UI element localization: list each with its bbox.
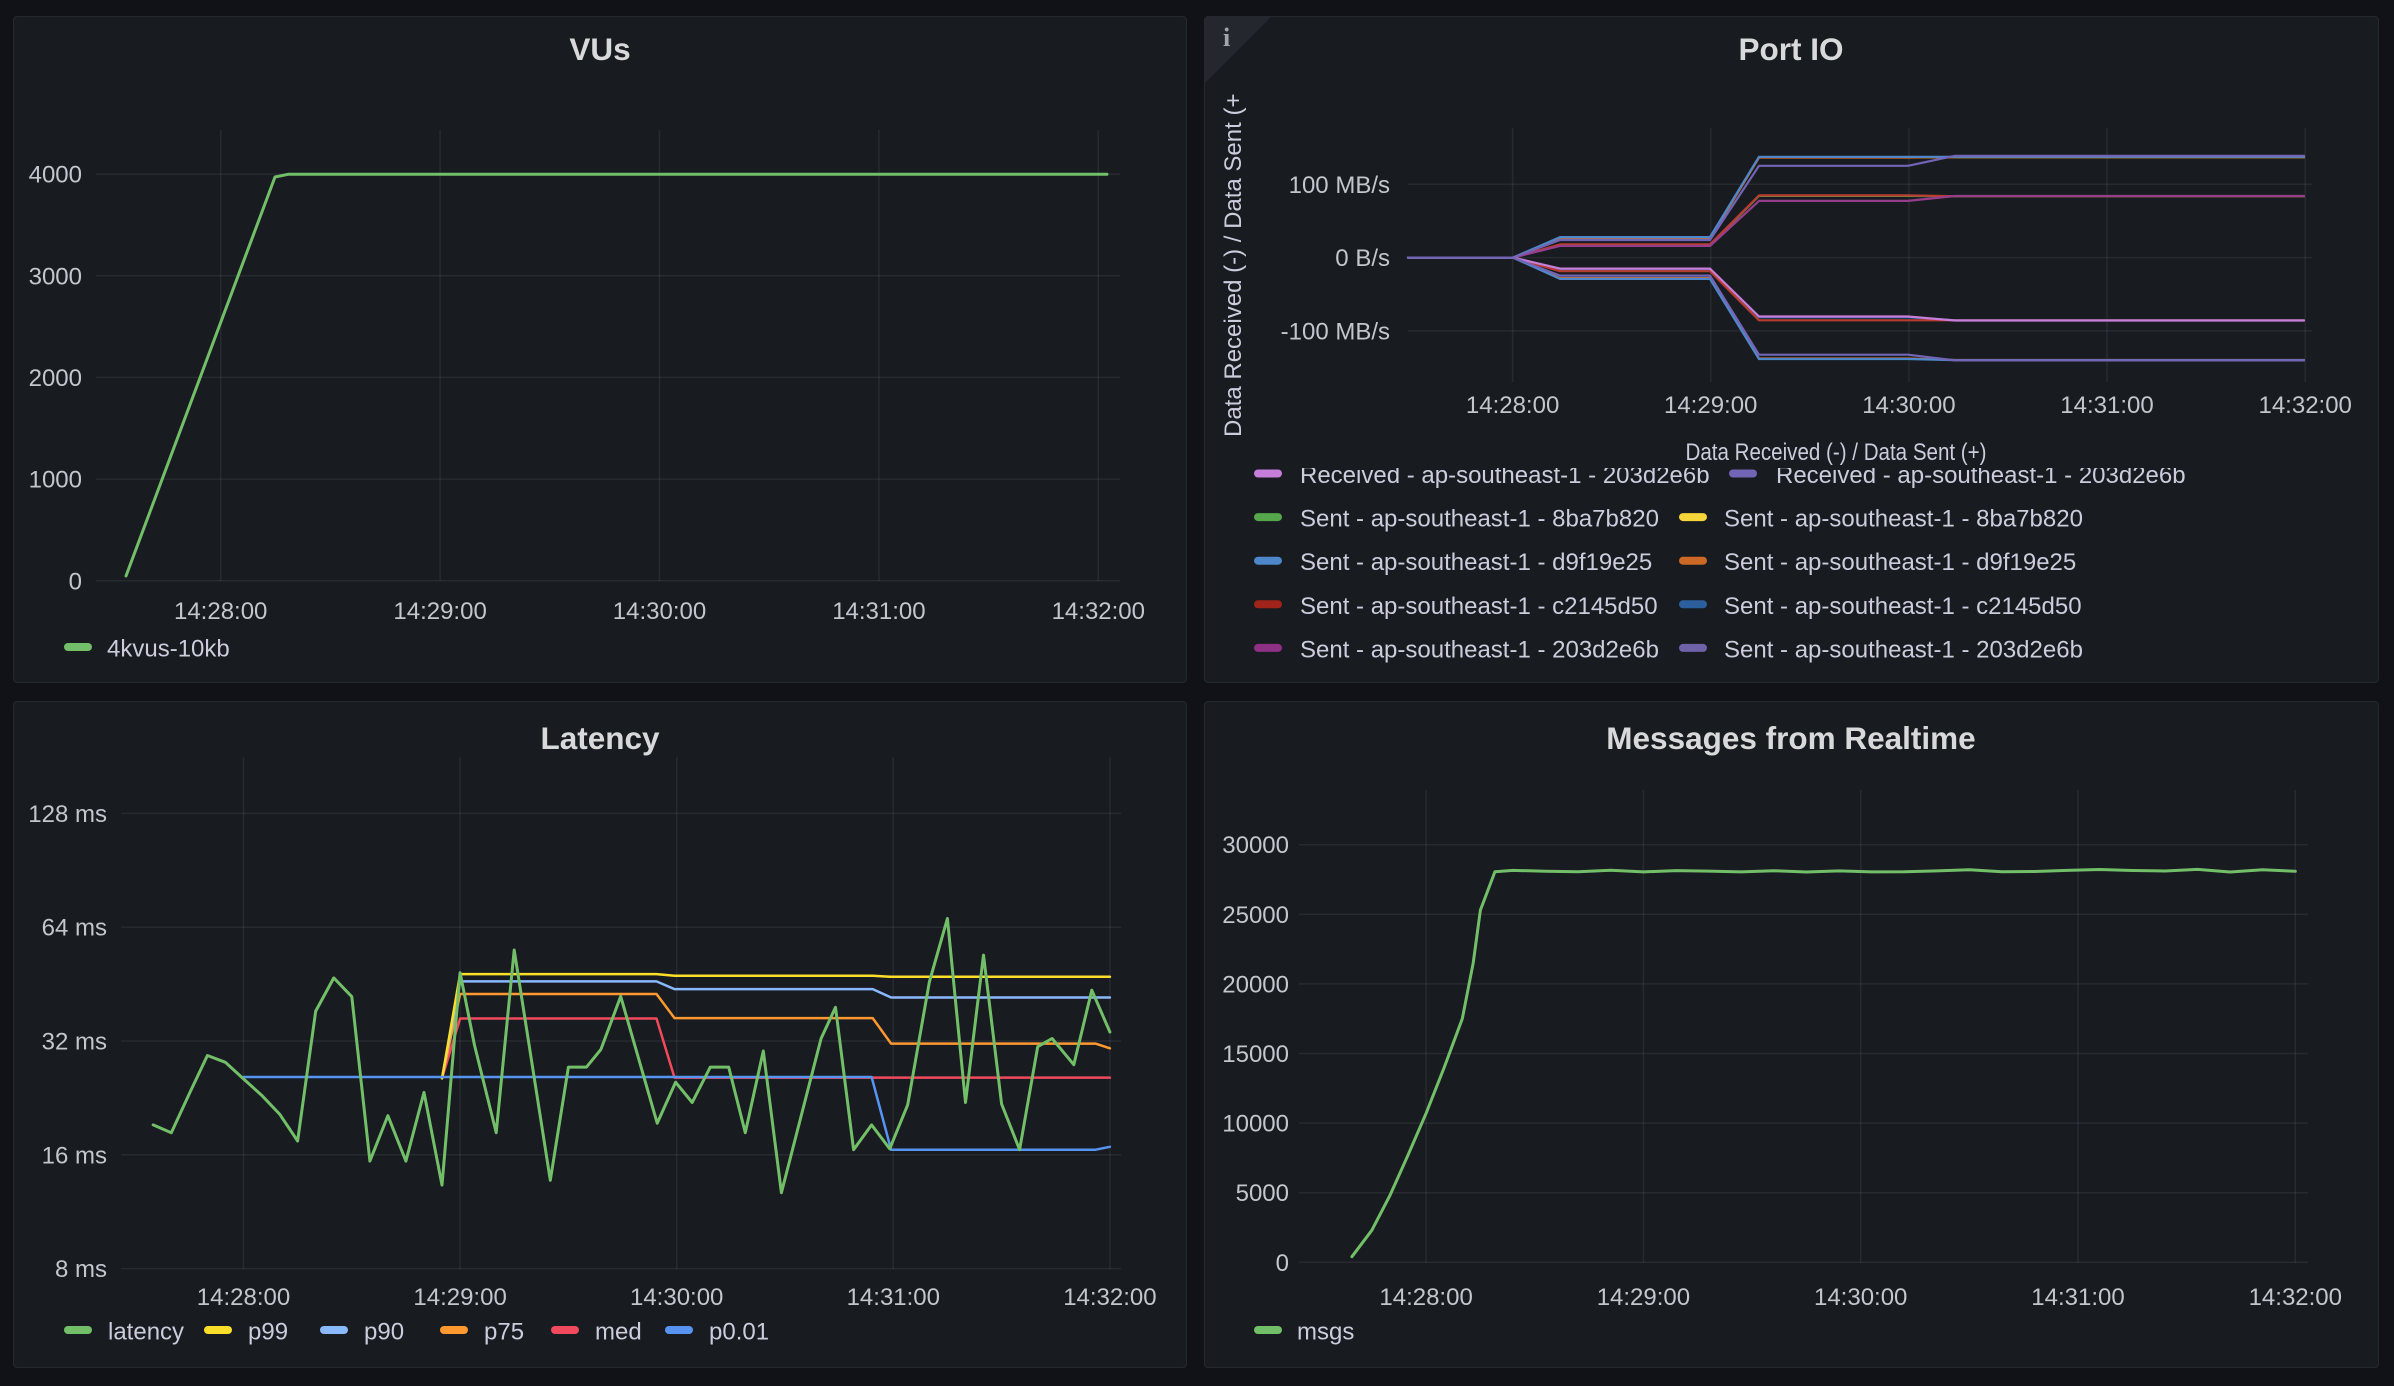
svg-text:64 ms: 64 ms bbox=[42, 915, 107, 942]
svg-text:p99: p99 bbox=[248, 1319, 288, 1346]
svg-text:Data Received (-) / Data Sent: Data Received (-) / Data Sent (+) bbox=[1686, 439, 1987, 466]
svg-text:14:32:00: 14:32:00 bbox=[2258, 392, 2351, 419]
svg-text:5000: 5000 bbox=[1236, 1180, 1289, 1207]
svg-text:30000: 30000 bbox=[1222, 832, 1289, 859]
svg-text:p75: p75 bbox=[484, 1319, 524, 1346]
svg-text:10000: 10000 bbox=[1222, 1111, 1289, 1138]
svg-text:p0.01: p0.01 bbox=[709, 1319, 769, 1346]
svg-text:Received - ap-southeast-1 - 20: Received - ap-southeast-1 - 203d2e6b bbox=[1776, 462, 2186, 489]
svg-text:Latency: Latency bbox=[540, 720, 660, 756]
svg-text:14:31:00: 14:31:00 bbox=[2060, 392, 2153, 419]
svg-text:Sent - ap-southeast-1 - 203d2e: Sent - ap-southeast-1 - 203d2e6b bbox=[1724, 636, 2083, 663]
svg-text:4000: 4000 bbox=[29, 162, 82, 189]
svg-text:14:31:00: 14:31:00 bbox=[847, 1284, 940, 1311]
svg-text:Sent - ap-southeast-1 - c2145d: Sent - ap-southeast-1 - c2145d50 bbox=[1724, 593, 2082, 620]
svg-text:0: 0 bbox=[69, 568, 82, 595]
svg-text:Sent - ap-southeast-1 - d9f19e: Sent - ap-southeast-1 - d9f19e25 bbox=[1300, 549, 1652, 576]
svg-text:latency: latency bbox=[108, 1319, 184, 1346]
svg-text:14:28:00: 14:28:00 bbox=[1466, 392, 1559, 419]
svg-text:VUs: VUs bbox=[569, 31, 630, 67]
svg-text:14:28:00: 14:28:00 bbox=[174, 598, 267, 625]
svg-text:16 ms: 16 ms bbox=[42, 1142, 107, 1169]
svg-text:3000: 3000 bbox=[29, 263, 82, 290]
svg-text:14:31:00: 14:31:00 bbox=[832, 598, 925, 625]
svg-text:14:31:00: 14:31:00 bbox=[2031, 1284, 2124, 1311]
svg-text:Sent - ap-southeast-1 - 8ba7b8: Sent - ap-southeast-1 - 8ba7b820 bbox=[1724, 506, 2083, 533]
svg-text:Sent - ap-southeast-1 - c2145d: Sent - ap-southeast-1 - c2145d50 bbox=[1300, 593, 1658, 620]
svg-text:128 ms: 128 ms bbox=[28, 801, 107, 828]
svg-text:32 ms: 32 ms bbox=[42, 1029, 107, 1056]
svg-text:14:29:00: 14:29:00 bbox=[393, 598, 486, 625]
svg-text:25000: 25000 bbox=[1222, 902, 1289, 929]
svg-text:Data Received (-) / Data Sent: Data Received (-) / Data Sent (+ bbox=[1220, 94, 1247, 437]
svg-text:Sent - ap-southeast-1 - 203d2e: Sent - ap-southeast-1 - 203d2e6b bbox=[1300, 636, 1659, 663]
svg-text:p90: p90 bbox=[364, 1319, 404, 1346]
svg-text:14:30:00: 14:30:00 bbox=[1814, 1284, 1907, 1311]
svg-text:0 B/s: 0 B/s bbox=[1335, 245, 1390, 272]
svg-text:14:28:00: 14:28:00 bbox=[1379, 1284, 1472, 1311]
svg-text:Messages from Realtime: Messages from Realtime bbox=[1606, 720, 1975, 756]
svg-text:Port IO: Port IO bbox=[1738, 31, 1843, 67]
svg-text:msgs: msgs bbox=[1297, 1319, 1354, 1346]
svg-text:2000: 2000 bbox=[29, 365, 82, 392]
svg-text:1000: 1000 bbox=[29, 467, 82, 494]
svg-text:14:30:00: 14:30:00 bbox=[613, 598, 706, 625]
svg-text:i: i bbox=[1223, 23, 1230, 52]
svg-text:14:28:00: 14:28:00 bbox=[197, 1284, 290, 1311]
svg-text:14:29:00: 14:29:00 bbox=[1664, 392, 1757, 419]
svg-text:Received - ap-southeast-1 - 20: Received - ap-southeast-1 - 203d2e6b bbox=[1300, 462, 1710, 489]
svg-text:20000: 20000 bbox=[1222, 971, 1289, 998]
svg-text:15000: 15000 bbox=[1222, 1041, 1289, 1068]
svg-text:14:32:00: 14:32:00 bbox=[1052, 598, 1145, 625]
svg-text:Sent - ap-southeast-1 - d9f19e: Sent - ap-southeast-1 - d9f19e25 bbox=[1724, 549, 2076, 576]
svg-text:14:29:00: 14:29:00 bbox=[413, 1284, 506, 1311]
svg-text:Sent - ap-southeast-1 - 8ba7b8: Sent - ap-southeast-1 - 8ba7b820 bbox=[1300, 506, 1659, 533]
svg-text:0: 0 bbox=[1276, 1250, 1289, 1277]
svg-text:14:29:00: 14:29:00 bbox=[1597, 1284, 1690, 1311]
svg-text:14:30:00: 14:30:00 bbox=[630, 1284, 723, 1311]
svg-text:14:30:00: 14:30:00 bbox=[1862, 392, 1955, 419]
svg-text:14:32:00: 14:32:00 bbox=[1063, 1284, 1156, 1311]
svg-text:14:32:00: 14:32:00 bbox=[2249, 1284, 2342, 1311]
svg-text:4kvus-10kb: 4kvus-10kb bbox=[107, 636, 230, 663]
svg-text:-100 MB/s: -100 MB/s bbox=[1281, 318, 1390, 345]
svg-text:med: med bbox=[595, 1319, 642, 1346]
svg-text:8 ms: 8 ms bbox=[55, 1256, 107, 1283]
svg-text:100 MB/s: 100 MB/s bbox=[1289, 172, 1390, 199]
